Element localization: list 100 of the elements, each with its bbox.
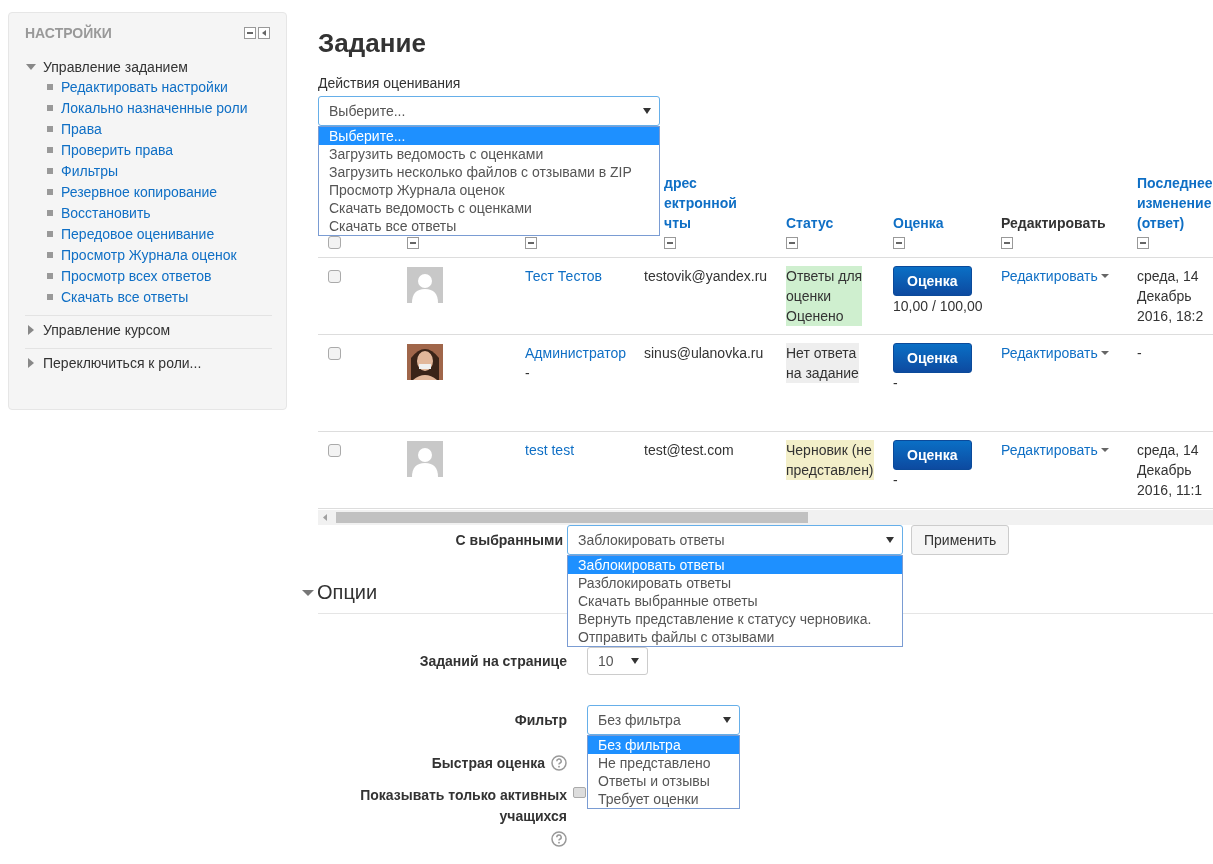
panel-controls-icon[interactable]	[244, 27, 272, 39]
sidebar-link[interactable]: Фильтры	[61, 163, 119, 179]
field-label: Действия оценивания	[318, 75, 462, 91]
column-header-link[interactable]: чты	[664, 213, 766, 233]
checkbox[interactable]	[573, 787, 586, 798]
table-cell-text: 2016, 11:1	[1137, 481, 1203, 500]
field-label: Быстрая оценка	[431, 755, 545, 771]
status-label: Ответы для оценки Оценено	[786, 266, 863, 326]
column-header-link[interactable]: изменение	[1137, 193, 1213, 213]
collapse-icon[interactable]	[407, 237, 419, 249]
caret-icon	[1100, 447, 1109, 453]
collapse-icon[interactable]	[786, 237, 798, 249]
grade-button[interactable]: Оценка	[893, 266, 972, 296]
dropdown[interactable]: Заблокировать ответы	[567, 525, 903, 555]
bullet-icon	[47, 105, 53, 111]
edit-menu-link[interactable]: Редактировать	[1001, 440, 1109, 460]
table-cell-text: 10,00 / 100,00	[893, 297, 983, 316]
user-link[interactable]: Тест Тестов	[525, 266, 602, 286]
bullet-icon	[47, 273, 53, 279]
edit-menu-link[interactable]: Редактировать	[1001, 343, 1109, 363]
table-cell-text: -	[1137, 344, 1142, 363]
table-cell-text: test@test.com	[644, 441, 734, 460]
column-header: Редактировать	[1001, 214, 1107, 233]
collapse-icon[interactable]	[893, 237, 905, 249]
dropdown[interactable]: 10	[587, 647, 648, 675]
sidebar-link[interactable]: Резервное копирование	[61, 184, 218, 200]
bullet-icon	[47, 252, 53, 258]
panel-title: НАСТРОЙКИ	[25, 25, 112, 41]
sidebar-link[interactable]: Редактировать настройки	[61, 79, 228, 95]
caret-icon	[631, 658, 639, 664]
table-cell-text: среда, 14	[1137, 267, 1199, 286]
status-label: Черновик (не представлен)	[786, 440, 874, 480]
help-icon[interactable]	[551, 831, 567, 847]
table-cell-text: Декабрь	[1137, 461, 1192, 480]
column-header-link[interactable]: Оценка	[893, 213, 981, 233]
table-cell-text: sinus@ulanovka.ru	[644, 344, 764, 363]
table-cell-text: testovik@yandex.ru	[644, 267, 768, 286]
caret-icon	[643, 108, 651, 114]
grade-button[interactable]: Оценка	[893, 343, 972, 373]
sidebar-link[interactable]: Просмотр всех ответов	[61, 268, 212, 284]
table-cell-text: -	[525, 364, 530, 383]
table-cell-text: среда, 14	[1137, 441, 1199, 460]
caret-icon	[1100, 350, 1109, 356]
tree-item[interactable]: Управление заданием	[43, 59, 188, 75]
row-checkbox[interactable]	[328, 347, 341, 360]
sidebar-link[interactable]: Проверить права	[61, 142, 174, 158]
column-header-link[interactable]: (ответ)	[1137, 213, 1213, 233]
bullet-icon	[47, 84, 53, 90]
field-label: Заданий на странице	[418, 652, 568, 671]
bullet-icon	[47, 126, 53, 132]
dropdown-option[interactable]: Заблокировать ответы	[568, 556, 902, 574]
tree-item[interactable]: Управление курсом	[43, 322, 171, 338]
collapse-icon[interactable]	[664, 237, 676, 249]
row-checkbox[interactable]	[328, 444, 341, 457]
sidebar-link[interactable]: Передовое оценивание	[61, 226, 215, 242]
bullet-icon	[47, 147, 53, 153]
field-label: Фильтр	[513, 711, 568, 730]
table-cell-text: 2016, 18:2	[1137, 307, 1204, 326]
column-header-link[interactable]: ектронной	[664, 193, 766, 213]
tree-item[interactable]: Переключиться к роли...	[43, 355, 202, 371]
caret-icon	[723, 717, 731, 723]
dropdown-option[interactable]: Выберите...	[319, 127, 659, 145]
status-label: Нет ответа на задание	[786, 343, 859, 383]
grade-button[interactable]: Оценка	[893, 440, 972, 470]
collapse-icon[interactable]	[1137, 237, 1149, 249]
section-title: Опции	[317, 581, 378, 604]
horizontal-scrollbar[interactable]	[318, 510, 1213, 525]
bullet-icon	[47, 210, 53, 216]
edit-menu-link[interactable]: Редактировать	[1001, 266, 1109, 286]
bullet-icon	[47, 189, 53, 195]
sidebar-link[interactable]: Права	[61, 121, 102, 137]
sidebar-link[interactable]: Восстановить	[61, 205, 151, 221]
field-label: С выбранными	[454, 532, 564, 548]
dropdown[interactable]: Выберите...	[318, 96, 660, 126]
bullet-icon	[47, 168, 53, 174]
user-link[interactable]: Администратор	[525, 343, 626, 363]
caret-icon	[886, 537, 894, 543]
apply-button[interactable]: Применить	[911, 525, 1010, 555]
collapse-icon[interactable]	[525, 237, 537, 249]
bullet-icon	[47, 294, 53, 300]
bullet-icon	[47, 231, 53, 237]
select-all-checkbox[interactable]	[328, 236, 341, 249]
field-label: Показывать только активных учащихся	[360, 786, 567, 826]
user-link[interactable]: test test	[525, 440, 575, 460]
page-title: Задание	[318, 28, 427, 58]
column-header-link[interactable]: Статус	[786, 213, 873, 233]
sidebar-link[interactable]: Локально назначенные роли	[61, 100, 248, 116]
caret-icon	[1100, 273, 1109, 279]
table-cell-text: -	[893, 471, 898, 490]
row-checkbox[interactable]	[328, 270, 341, 283]
help-icon[interactable]	[551, 755, 567, 771]
column-header-link[interactable]: дрес	[664, 173, 766, 193]
sidebar-link[interactable]: Просмотр Журнала оценок	[61, 247, 237, 263]
dropdown-option[interactable]: Без фильтра	[588, 736, 739, 754]
dropdown[interactable]: Без фильтра	[587, 705, 740, 735]
column-header-link[interactable]: Последнее	[1137, 173, 1213, 193]
table-cell-text: Декабрь	[1137, 287, 1192, 306]
sidebar-link[interactable]: Скачать все ответы	[61, 289, 189, 305]
table-cell-text: -	[893, 374, 898, 393]
collapse-icon[interactable]	[1001, 237, 1013, 249]
